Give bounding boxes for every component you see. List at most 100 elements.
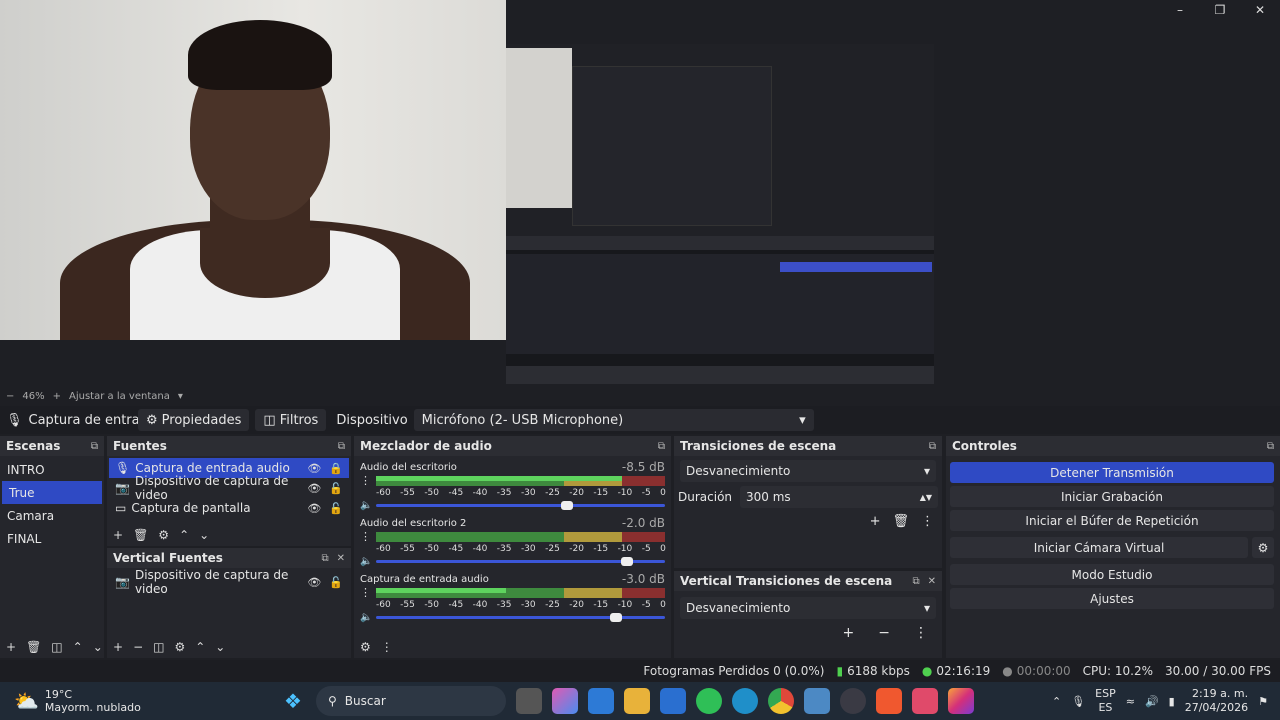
language-top[interactable]: ESP <box>1095 687 1116 701</box>
instagram-icon[interactable] <box>948 688 974 714</box>
task-view-icon[interactable] <box>516 688 542 714</box>
add-icon[interactable]: + <box>870 514 881 529</box>
fit-window-label[interactable]: Ajustar a la ventana <box>69 391 170 402</box>
battery-icon[interactable]: ▮ <box>1169 695 1175 708</box>
arrow-down-icon[interactable]: ⌄ <box>199 528 209 542</box>
whatsapp-icon[interactable] <box>696 688 722 714</box>
transition-select[interactable]: Desvanecimiento ▾ <box>680 460 936 482</box>
editor-icon[interactable] <box>660 688 686 714</box>
advanced-audio-icon[interactable]: ⚙ <box>360 640 371 654</box>
edge-icon[interactable] <box>732 688 758 714</box>
undock-icon[interactable]: ⧉ <box>321 553 328 564</box>
menu-icon[interactable]: ⋮ <box>360 530 376 543</box>
undock-icon[interactable]: ⧉ <box>658 441 665 452</box>
file-explorer-icon[interactable] <box>624 688 650 714</box>
settings-button[interactable]: Ajustes <box>950 588 1274 609</box>
trash-icon[interactable]: 🗑 <box>133 528 148 542</box>
copilot-icon[interactable] <box>552 688 578 714</box>
lock-icon[interactable]: 🔓 <box>329 576 343 589</box>
windows-start-icon[interactable]: ❖ <box>280 688 306 714</box>
filters-button[interactable]: ◫ Filtros <box>255 409 327 431</box>
close-button[interactable]: ✕ <box>1240 0 1280 20</box>
arrow-down-icon[interactable]: ⌄ <box>93 640 103 654</box>
add-icon[interactable]: + <box>843 625 855 641</box>
volume-slider[interactable] <box>376 612 665 622</box>
arrow-up-icon[interactable]: ⌃ <box>179 528 189 542</box>
minimize-button[interactable]: – <box>1160 0 1200 20</box>
scene-item-final[interactable]: FINAL <box>0 527 104 550</box>
start-replay-buffer-button[interactable]: Iniciar el Búfer de Repetición <box>950 510 1274 531</box>
close-icon[interactable]: ✕ <box>928 576 936 587</box>
remove-icon[interactable]: − <box>878 625 890 641</box>
studio-mode-button[interactable]: Modo Estudio <box>950 564 1274 585</box>
filter-icon[interactable]: ◫ <box>153 640 164 654</box>
preview-canvas[interactable] <box>0 0 1280 388</box>
clock-time[interactable]: 2:19 a. m. <box>1185 687 1248 701</box>
trash-icon[interactable]: 🗑 <box>26 640 41 654</box>
chevron-down-icon[interactable]: ▾ <box>178 391 183 402</box>
volume-slider[interactable] <box>376 500 665 510</box>
lock-icon[interactable]: 🔓 <box>329 502 343 515</box>
eye-icon[interactable]: 👁 <box>307 462 321 475</box>
capture-app-icon[interactable] <box>912 688 938 714</box>
stop-streaming-button[interactable]: Detener Transmisión <box>950 462 1274 483</box>
add-icon[interactable]: + <box>6 640 16 654</box>
add-icon[interactable]: + <box>113 640 123 654</box>
scene-item-intro[interactable]: INTRO <box>0 458 104 481</box>
arrow-up-icon[interactable]: ⌃ <box>73 640 83 654</box>
arrow-down-icon[interactable]: ⌄ <box>215 640 225 654</box>
virtual-camera-settings-icon[interactable]: ⚙ <box>1252 537 1274 558</box>
spinner-icon[interactable]: ▲▼ <box>920 493 932 502</box>
zoom-in-button[interactable]: + <box>53 391 61 402</box>
gear-icon[interactable]: ⚙ <box>158 528 169 542</box>
menu-icon[interactable]: ⋮ <box>914 625 928 641</box>
menu-icon[interactable]: ⋮ <box>381 640 393 654</box>
source-item[interactable]: 📷 Dispositivo de captura de video 👁 🔓 <box>109 474 349 502</box>
obs-icon[interactable] <box>840 688 866 714</box>
chrome-icon[interactable] <box>768 688 794 714</box>
undock-icon[interactable]: ⧉ <box>91 441 98 452</box>
speaker-icon[interactable]: 🔈 <box>360 500 372 511</box>
volume-slider[interactable] <box>376 556 665 566</box>
source-item[interactable]: 📷 Dispositivo de captura de video 👁 🔓 <box>109 568 349 596</box>
volume-icon[interactable]: 🔊 <box>1145 695 1159 708</box>
weather-widget[interactable]: ⛅ 19°C Mayorm. nublado <box>0 688 240 714</box>
add-icon[interactable]: + <box>113 528 123 542</box>
properties-button[interactable]: ⚙ Propiedades <box>138 409 250 431</box>
menu-icon[interactable]: ⋮ <box>921 514 934 529</box>
wifi-icon[interactable]: ≈ <box>1126 695 1135 708</box>
speaker-icon[interactable]: 🔈 <box>360 556 372 567</box>
vertical-transition-select[interactable]: Desvanecimiento ▾ <box>680 597 936 619</box>
undock-icon[interactable]: ⧉ <box>1267 441 1274 452</box>
lock-icon[interactable]: 🔒 <box>329 462 343 475</box>
source-item[interactable]: ▭ Captura de pantalla 👁 🔓 <box>109 498 349 518</box>
eye-icon[interactable]: 👁 <box>307 482 321 495</box>
eye-icon[interactable]: 👁 <box>307 576 321 589</box>
gear-icon[interactable]: ⚙ <box>174 640 185 654</box>
volume-slider-knob[interactable] <box>621 556 634 566</box>
duration-input[interactable]: 300 ms ▲▼ <box>740 486 938 508</box>
notification-icon[interactable]: ⚑ <box>1258 695 1268 708</box>
zoom-out-button[interactable]: − <box>6 391 14 402</box>
maximize-button[interactable]: ❐ <box>1200 0 1240 20</box>
language-bottom[interactable]: ES <box>1095 701 1116 715</box>
eye-icon[interactable]: 👁 <box>307 502 321 515</box>
menu-icon[interactable]: ⋮ <box>360 474 376 487</box>
taskbar-search[interactable]: ⚲ Buscar <box>316 686 506 716</box>
chevron-up-icon[interactable]: ⌃ <box>1052 695 1061 708</box>
device-select[interactable]: Micrófono (2- USB Microphone) ▾ <box>413 409 814 431</box>
volume-slider-knob[interactable] <box>609 612 622 622</box>
undock-icon[interactable]: ⧉ <box>929 441 936 452</box>
undock-icon[interactable]: ⧉ <box>338 441 345 452</box>
scene-item-true[interactable]: True <box>2 481 102 504</box>
scene-item-camara[interactable]: Camara <box>0 504 104 527</box>
trash-icon[interactable]: 🗑 <box>892 514 909 529</box>
clock-date[interactable]: 27/04/2026 <box>1185 701 1248 715</box>
close-icon[interactable]: ✕ <box>337 553 345 564</box>
brave-icon[interactable] <box>876 688 902 714</box>
arrow-up-icon[interactable]: ⌃ <box>195 640 205 654</box>
microphone-icon[interactable]: 🎙 <box>1071 695 1085 708</box>
remove-icon[interactable]: − <box>133 640 143 654</box>
speaker-icon[interactable]: 🔈 <box>360 612 372 623</box>
store-icon[interactable] <box>588 688 614 714</box>
